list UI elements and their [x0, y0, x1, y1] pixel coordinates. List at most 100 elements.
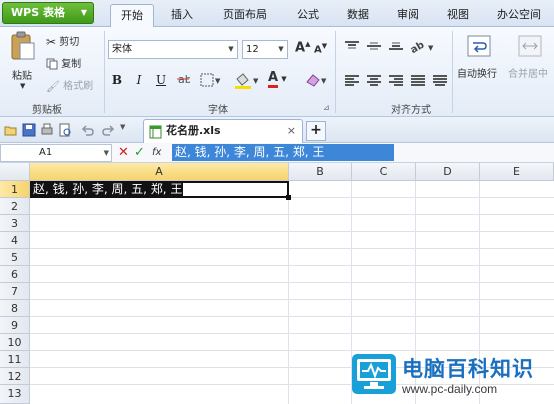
file-tab[interactable]: 花名册.xls ×: [143, 119, 303, 143]
row-header-12[interactable]: 12: [0, 368, 30, 385]
shrink-font-button[interactable]: A▼: [314, 42, 327, 55]
text-orientation-button[interactable]: ab ▼: [410, 39, 436, 55]
file-tab-label: 花名册.xls: [166, 124, 221, 137]
separator: [104, 31, 105, 113]
open-folder-icon[interactable]: [4, 123, 18, 137]
fill-color-button[interactable]: ▼: [234, 73, 260, 89]
row-header-7[interactable]: 7: [0, 283, 30, 300]
svg-text:▼: ▼: [215, 77, 221, 85]
column-header-d[interactable]: D: [416, 163, 480, 181]
close-tab-icon[interactable]: ×: [287, 120, 296, 142]
text-effects-button[interactable]: ▼: [305, 73, 329, 87]
row-header-9[interactable]: 9: [0, 317, 30, 334]
font-dialog-launcher[interactable]: ⊿: [323, 103, 330, 112]
column-header-e[interactable]: E: [480, 163, 554, 181]
gridline: [30, 333, 554, 334]
chevron-down-icon: ▼: [228, 45, 234, 53]
align-right-icon[interactable]: [389, 75, 403, 87]
paste-label: 粘贴: [12, 71, 32, 82]
row-header-5[interactable]: 5: [0, 249, 30, 266]
tab-page-layout[interactable]: 页面布局: [210, 4, 280, 27]
insert-function-icon[interactable]: fx: [152, 145, 161, 160]
gridline: [30, 350, 554, 351]
align-bottom-icon[interactable]: [389, 42, 403, 54]
fill-handle[interactable]: [286, 195, 291, 200]
select-all-corner[interactable]: [0, 163, 30, 181]
merge-cells-icon: [518, 35, 542, 57]
tab-view[interactable]: 视图: [436, 4, 480, 27]
wrap-text-icon: [467, 35, 491, 57]
tab-data[interactable]: 数据: [336, 4, 380, 27]
row-header-11[interactable]: 11: [0, 351, 30, 368]
undo-icon[interactable]: [80, 123, 94, 137]
strikethrough-icon: ab: [177, 73, 190, 86]
watermark-title: 电脑百科知识: [402, 357, 534, 381]
cell-a1-text: 赵, 钱, 孙, 李, 周, 五, 郑, 王: [32, 182, 184, 196]
save-icon[interactable]: [22, 123, 36, 137]
bold-button[interactable]: B: [109, 71, 125, 89]
row-header-8[interactable]: 8: [0, 300, 30, 317]
grow-font-button[interactable]: A▲: [295, 40, 310, 55]
formula-input[interactable]: 赵, 钱, 孙, 李, 周, 五, 郑, 王: [172, 144, 394, 161]
tab-insert[interactable]: 插入: [160, 4, 204, 27]
cut-button[interactable]: ✂ 剪切: [46, 33, 79, 49]
column-header-c[interactable]: C: [352, 163, 416, 181]
copy-icon: [46, 58, 58, 70]
shrink-font-icon: A: [314, 44, 322, 56]
row-header-4[interactable]: 4: [0, 232, 30, 249]
format-painter-label: 格式刷: [63, 81, 94, 92]
tab-home[interactable]: 开始: [110, 4, 154, 27]
row-header-6[interactable]: 6: [0, 266, 30, 283]
wps-app-label: WPS 表格: [11, 6, 65, 19]
chevron-down-icon: ▼: [80, 8, 87, 17]
font-size-select[interactable]: 12 ▼: [242, 40, 288, 59]
paste-button[interactable]: 粘贴 ▼: [6, 31, 40, 95]
row-header-10[interactable]: 10: [0, 334, 30, 351]
border-button[interactable]: ▼: [200, 73, 222, 87]
brush-icon: 🖌: [46, 79, 60, 93]
svg-text:▼: ▼: [428, 44, 434, 52]
align-center-icon[interactable]: [367, 75, 381, 87]
font-color-button[interactable]: A ▼: [268, 70, 287, 88]
cancel-entry-icon[interactable]: ✕: [118, 145, 129, 160]
cell-a1[interactable]: 赵, 钱, 孙, 李, 周, 五, 郑, 王: [30, 181, 289, 198]
name-box[interactable]: A1 ▼: [0, 144, 112, 162]
row-header-3[interactable]: 3: [0, 215, 30, 232]
print-icon[interactable]: [40, 123, 54, 137]
merge-center-button[interactable]: 合并居中: [508, 35, 554, 87]
copy-button[interactable]: 复制: [46, 55, 81, 70]
print-preview-icon[interactable]: [58, 123, 72, 137]
distributed-align-icon[interactable]: [433, 75, 447, 87]
monitor-logo-icon: [352, 354, 396, 394]
align-top-icon[interactable]: [345, 41, 359, 53]
wps-app-button[interactable]: WPS 表格 ▼: [2, 2, 94, 24]
tab-formulas[interactable]: 公式: [286, 4, 330, 27]
strikethrough-button[interactable]: ab: [176, 71, 190, 87]
gridline: [30, 265, 554, 266]
underline-button[interactable]: U: [153, 71, 169, 89]
column-header-a[interactable]: A: [30, 163, 289, 181]
redo-icon[interactable]: [102, 123, 116, 137]
tab-review[interactable]: 审阅: [386, 4, 430, 27]
ribbon: 粘贴 ▼ ✂ 剪切 复制 🖌 格式刷 剪贴板 宋体 ▼ 12 ▼ A▲ A▼ B…: [0, 27, 554, 117]
eraser-icon: ▼: [306, 74, 327, 87]
row-header-2[interactable]: 2: [0, 198, 30, 215]
align-left-icon[interactable]: [345, 75, 359, 87]
format-painter-button[interactable]: 🖌 格式刷: [46, 77, 93, 93]
tab-office-space[interactable]: 办公空间: [486, 4, 552, 27]
column-header-b[interactable]: B: [289, 163, 352, 181]
new-tab-button[interactable]: +: [306, 121, 326, 141]
confirm-entry-icon[interactable]: ✓: [134, 145, 145, 160]
row-header-13[interactable]: 13: [0, 385, 30, 404]
align-middle-icon[interactable]: [367, 42, 381, 54]
justify-icon[interactable]: [411, 75, 425, 87]
italic-button[interactable]: I: [131, 71, 147, 89]
chevron-down-icon[interactable]: ▼: [120, 123, 125, 131]
clipboard-group-label: 剪贴板: [32, 105, 62, 116]
wrap-text-button[interactable]: 自动换行: [457, 35, 501, 87]
row-header-1[interactable]: 1: [0, 181, 30, 198]
font-name-select[interactable]: 宋体 ▼: [108, 40, 238, 59]
svg-text:▼: ▼: [253, 77, 259, 85]
formula-bar: A1 ▼ ✕ ✓ fx 赵, 钱, 孙, 李, 周, 五, 郑, 王: [0, 143, 554, 163]
text-orientation-icon: ab ▼: [410, 40, 434, 55]
